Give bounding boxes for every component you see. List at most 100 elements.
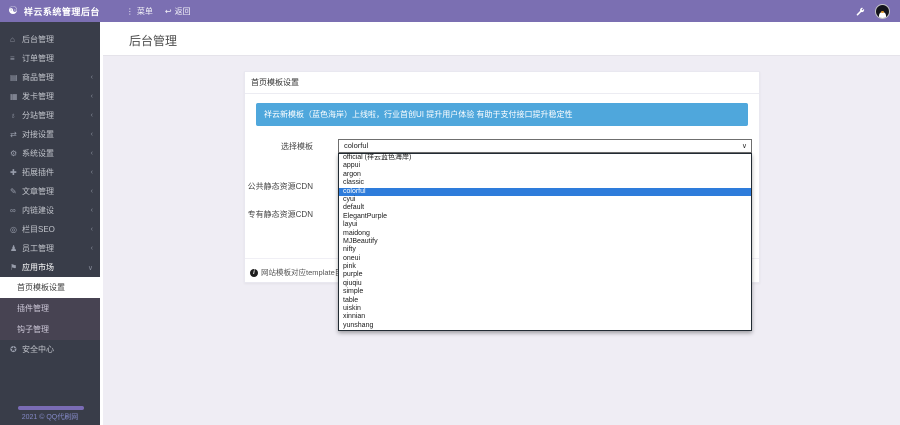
chevron-icon: ‹ xyxy=(91,245,93,252)
dropdown-option[interactable]: argon xyxy=(339,171,751,179)
shield-icon: ✪ xyxy=(10,345,22,354)
sidebar-item-app-market[interactable]: ⚑应用市场 ∨ xyxy=(0,258,100,277)
target-icon: ◎ xyxy=(10,225,22,234)
grid-icon: ▦ xyxy=(10,92,22,101)
sidebar-item-column-seo[interactable]: ◎栏目SEO‹ xyxy=(0,220,100,239)
card-title: 首页模板设置 xyxy=(245,72,759,94)
sidebar-item-goods[interactable]: ▤商品管理 ‹ xyxy=(0,68,100,87)
page-title: 后台管理 xyxy=(103,22,900,49)
sidebar-item-articles[interactable]: ✎文章管理 ‹ xyxy=(0,182,100,201)
pencil-icon: ✎ xyxy=(10,187,22,196)
notice-banner: 祥云新模板（蓝色海岸）上线啦，行业首创UI 提升用户体验 有助于支付接口提升稳定… xyxy=(256,103,748,126)
menu-label: 菜单 xyxy=(137,6,153,17)
note-text: 网站模板对应template目 xyxy=(261,267,342,278)
dropdown-option[interactable]: xinnian xyxy=(339,313,751,321)
app-title: 祥云系统管理后台 xyxy=(24,5,100,18)
sidebar-item-substation[interactable]: ♁分站管理 ‹ xyxy=(0,106,100,125)
dropdown-option[interactable]: ElegantPurple xyxy=(339,213,751,221)
sidebar-item-label: 栏目SEO xyxy=(22,224,55,235)
public-cdn-label: 公共静态资源CDN xyxy=(245,181,313,192)
sidebar-item-orders[interactable]: ≡订单管理 xyxy=(0,49,100,68)
back-arrow-icon: ↩ xyxy=(165,7,172,16)
chevron-icon: ‹ xyxy=(91,74,93,81)
sidebar-subitem-plugin-manage[interactable]: 插件管理 xyxy=(0,298,100,319)
sidebar-footer-divider xyxy=(18,406,84,410)
sidebar-item-label: 发卡管理 xyxy=(22,91,54,102)
sidebar-item-label: 安全中心 xyxy=(22,344,54,355)
sidebar-item-innerlinks[interactable]: ∞内链建设 ‹ xyxy=(0,201,100,220)
dropdown-option[interactable]: qiuqiu xyxy=(339,280,751,288)
dropdown-option[interactable]: oneui xyxy=(339,255,751,263)
sidebar-item-extensions[interactable]: ✚拓展插件‹ xyxy=(0,163,100,182)
chevron-icon: ‹ xyxy=(91,93,93,100)
sidebar-item-system[interactable]: ⚙系统设置‹ xyxy=(0,144,100,163)
dropdown-option[interactable]: table xyxy=(339,297,751,305)
market-icon: ⚑ xyxy=(10,263,22,272)
dropdown-option[interactable]: purple xyxy=(339,271,751,279)
dropdown-option[interactable]: yunshang xyxy=(339,322,751,330)
chevron-icon: ‹ xyxy=(91,112,93,119)
chevron-down-icon: ∨ xyxy=(742,140,747,153)
template-select[interactable]: colorful ∨ xyxy=(338,139,752,153)
wrench-icon[interactable] xyxy=(856,7,865,16)
sidebar-item-label: 对接设置 xyxy=(22,129,54,140)
goods-icon: ▤ xyxy=(10,73,22,82)
dropdown-option[interactable]: official (祥云蓝色海岸) xyxy=(339,154,751,162)
sidebar-item-backend[interactable]: ⌂后台管理 xyxy=(0,30,100,49)
sidebar-item-label: 文章管理 xyxy=(22,186,54,197)
chevron-icon: ‹ xyxy=(91,207,93,214)
link-icon: ∞ xyxy=(10,206,22,215)
template-dropdown: official (祥云蓝色海岸)appuiargonclassiccolorf… xyxy=(338,153,752,331)
back-button[interactable]: ↩ 返回 xyxy=(165,6,191,17)
dropdown-option[interactable]: maidong xyxy=(339,230,751,238)
dropdown-option[interactable]: cyui xyxy=(339,196,751,204)
sidebar-item-label: 系统设置 xyxy=(22,148,54,159)
sidebar-item-security[interactable]: ✪安全中心 xyxy=(0,340,100,359)
sidebar-item-label: 拓展插件 xyxy=(22,167,54,178)
sidebar-item-docking[interactable]: ⇄对接设置 ‹ xyxy=(0,125,100,144)
back-label: 返回 xyxy=(175,6,191,17)
sidebar-item-label: 后台管理 xyxy=(22,34,54,45)
sidebar-item-staff[interactable]: ♟员工管理 ‹ xyxy=(0,239,100,258)
dropdown-option[interactable]: appui xyxy=(339,162,751,170)
sidebar: ⌂后台管理≡订单管理▤商品管理‹▦发卡管理‹♁分站管理‹⇄对接设置‹⚙系统设置‹… xyxy=(0,22,100,425)
chevron-icon: ‹ xyxy=(91,131,93,138)
dropdown-option[interactable]: layui xyxy=(339,221,751,229)
sidebar-item-label: 内链建设 xyxy=(22,205,54,216)
sidebar-item-label: 应用市场 xyxy=(22,262,54,273)
dropdown-option[interactable]: default xyxy=(339,204,751,212)
sidebar-item-label: 商品管理 xyxy=(22,72,54,83)
info-icon: i xyxy=(250,269,258,277)
app-logo-icon: ☯ xyxy=(8,0,18,22)
menu-toggle-button[interactable]: ⋮ 菜单 xyxy=(126,6,153,17)
exchange-icon: ⇄ xyxy=(10,130,22,139)
user-avatar[interactable] xyxy=(875,4,890,19)
dropdown-option[interactable]: classic xyxy=(339,179,751,187)
gear-icon: ⚙ xyxy=(10,149,22,158)
dropdown-option[interactable]: uiskin xyxy=(339,305,751,313)
sidebar-item-label: 分站管理 xyxy=(22,110,54,121)
template-select-value: colorful xyxy=(344,141,368,150)
dropdown-option[interactable]: MJBeautify xyxy=(339,238,751,246)
chevron-icon: ‹ xyxy=(91,188,93,195)
sitemap-icon: ♁ xyxy=(10,111,22,120)
sidebar-item-card-issue[interactable]: ▦发卡管理 ‹ xyxy=(0,87,100,106)
sidebar-item-label: 订单管理 xyxy=(22,53,54,64)
home-icon: ⌂ xyxy=(10,35,22,44)
dropdown-option[interactable]: colorful xyxy=(339,188,751,196)
select-template-label: 选择模板 xyxy=(245,141,313,152)
page-header: 后台管理 xyxy=(103,22,900,56)
sidebar-subitem-hook-manage[interactable]: 钩子管理 xyxy=(0,319,100,340)
menu-icon: ⋮ xyxy=(126,7,134,16)
dropdown-option[interactable]: simple xyxy=(339,288,751,296)
user-icon: ♟ xyxy=(10,244,22,253)
sidebar-item-label: 员工管理 xyxy=(22,243,54,254)
dropdown-option[interactable]: nifty xyxy=(339,246,751,254)
list-icon: ≡ xyxy=(10,54,22,63)
sidebar-scrollbar[interactable] xyxy=(100,22,103,425)
copyright-text: 2021 © QQ代刷网 xyxy=(0,412,100,422)
dropdown-option[interactable]: pink xyxy=(339,263,751,271)
plus-icon: ✚ xyxy=(10,168,22,177)
sidebar-subitem-template-settings[interactable]: 首页模板设置 xyxy=(0,277,100,298)
chevron-icon: ∨ xyxy=(88,264,93,272)
